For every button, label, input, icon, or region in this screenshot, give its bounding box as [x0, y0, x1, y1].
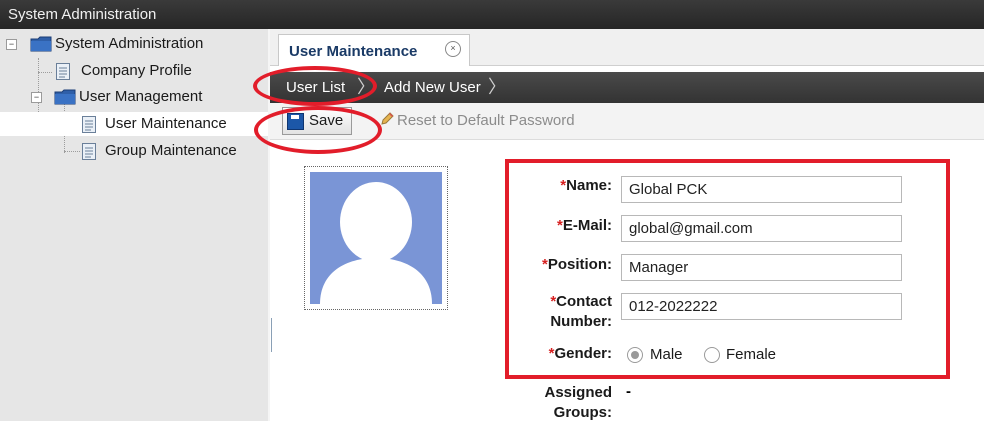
sidebar-item-label: User Management: [79, 88, 203, 105]
reset-password-button[interactable]: Reset to Default Password: [397, 112, 575, 132]
person-silhouette-icon: [320, 182, 432, 304]
annotation-highlight-box: [505, 159, 950, 379]
sidebar-item-label: User Maintenance: [105, 115, 227, 132]
sidebar-item-company-profile[interactable]: Company Profile: [0, 59, 268, 83]
sidebar-item-label: Group Maintenance: [105, 142, 237, 159]
sidebar-item-label: System Administration: [55, 35, 204, 52]
tab-label: User Maintenance: [289, 43, 418, 60]
folder-icon: [30, 36, 52, 52]
pencil-icon: [381, 112, 394, 125]
assigned-groups-value: -: [626, 383, 631, 400]
annotation-ellipse-save: [254, 106, 382, 154]
sidebar-item-user-maintenance[interactable]: User Maintenance: [0, 112, 268, 136]
sidebar-item-system-administration[interactable]: − System Administration: [0, 32, 268, 56]
collapse-toggle-icon[interactable]: −: [31, 92, 42, 103]
window-title: System Administration: [8, 6, 157, 23]
splitter-handle[interactable]: [271, 318, 272, 352]
document-icon: [82, 143, 96, 160]
sidebar-item-user-management[interactable]: − User Management: [0, 85, 268, 109]
window-title-bar: System Administration: [0, 0, 984, 29]
document-icon: [56, 63, 70, 80]
sidebar-tree: − System Administration Company Profile …: [0, 29, 269, 421]
document-icon: [82, 116, 96, 133]
sidebar-item-label: Company Profile: [81, 62, 192, 79]
sub-navigation: User List 〉 Add New User 〉: [270, 72, 984, 103]
subnav-add-new-user[interactable]: Add New User: [384, 72, 481, 103]
chevron-right-icon: 〉: [488, 77, 506, 97]
tab-user-maintenance[interactable]: User Maintenance ×: [278, 34, 470, 66]
close-tab-icon[interactable]: ×: [445, 41, 461, 57]
folder-icon: [54, 89, 76, 105]
collapse-toggle-icon[interactable]: −: [6, 39, 17, 50]
annotation-ellipse-user-list: [253, 66, 377, 106]
assigned-groups-label: Assigned Groups:: [544, 384, 612, 421]
tab-bar: User Maintenance ×: [270, 29, 984, 66]
sidebar-item-group-maintenance[interactable]: Group Maintenance: [0, 139, 268, 163]
avatar-placeholder-icon[interactable]: [310, 172, 442, 304]
